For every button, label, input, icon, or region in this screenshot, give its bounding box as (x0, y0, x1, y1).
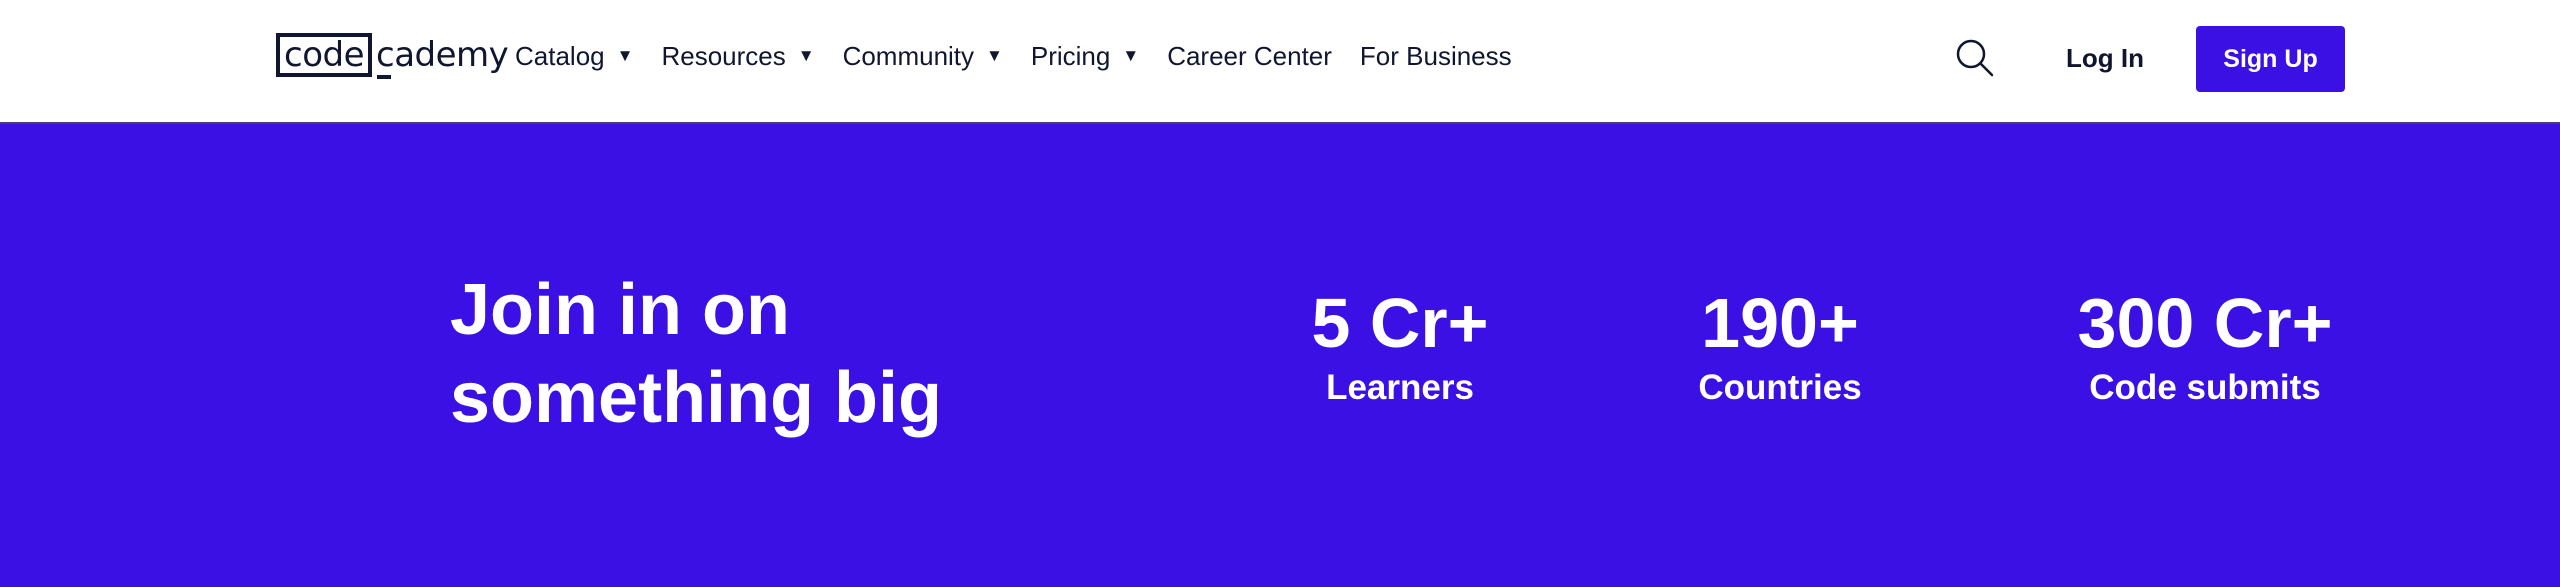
nav-item-resources[interactable]: Resources ▼ (661, 41, 814, 72)
stat-value: 190+ (1701, 284, 1859, 362)
nav-item-community[interactable]: Community ▼ (843, 41, 1003, 72)
stat-value: 300 Cr+ (2077, 284, 2333, 362)
nav-label: Pricing (1030, 40, 1111, 71)
sign-up-button[interactable]: Sign Up (2196, 26, 2345, 92)
nav-label: Resources (661, 40, 786, 71)
nav-item-career-center[interactable]: Career Center (1167, 41, 1332, 72)
stat-countries: 190+ Countries (1680, 286, 1880, 408)
stat-label: Countries (1698, 368, 1862, 407)
stat-label: Code submits (2089, 368, 2321, 407)
hero-title: Join in on something big (450, 266, 1150, 442)
caret-down-icon: ▼ (1122, 46, 1140, 65)
caret-down-icon: ▼ (797, 46, 815, 65)
stat-value: 5 Cr+ (1311, 284, 1489, 362)
stat-learners: 5 Cr+ Learners (1300, 286, 1500, 408)
nav-item-for-business[interactable]: For Business (1360, 41, 1512, 72)
nav-label: Career Center (1167, 40, 1332, 71)
search-icon[interactable] (1954, 37, 1996, 79)
stat-label: Learners (1326, 368, 1474, 407)
hero-title-line-1: Join in on (450, 270, 790, 350)
log-in-link[interactable]: Log In (2066, 38, 2144, 78)
logo-rest-text: cademy (372, 35, 509, 79)
nav-label: For Business (1359, 40, 1512, 71)
caret-down-icon: ▼ (986, 46, 1003, 65)
main-nav: Catalog ▼ Resources ▼ Community ▼ Pricin… (515, 36, 1540, 76)
nav-label: Catalog (515, 40, 605, 71)
codecademy-logo[interactable]: code cademy (276, 32, 509, 79)
caret-down-icon: ▼ (616, 46, 634, 65)
site-header: code cademy Catalog ▼ Resources ▼ Commun… (0, 0, 2560, 124)
hero-title-line-2: something big (450, 358, 942, 438)
search-icon-svg (1956, 39, 1994, 77)
nav-label: Community (842, 40, 975, 71)
logo-boxed-text: code (276, 33, 372, 77)
stat-code-submits: 300 Cr+ Code submits (2060, 286, 2350, 408)
nav-item-catalog[interactable]: Catalog ▼ (515, 41, 633, 72)
hero-banner: Join in on something big 5 Cr+ Learners … (0, 126, 2560, 587)
nav-item-pricing[interactable]: Pricing ▼ (1031, 41, 1139, 72)
